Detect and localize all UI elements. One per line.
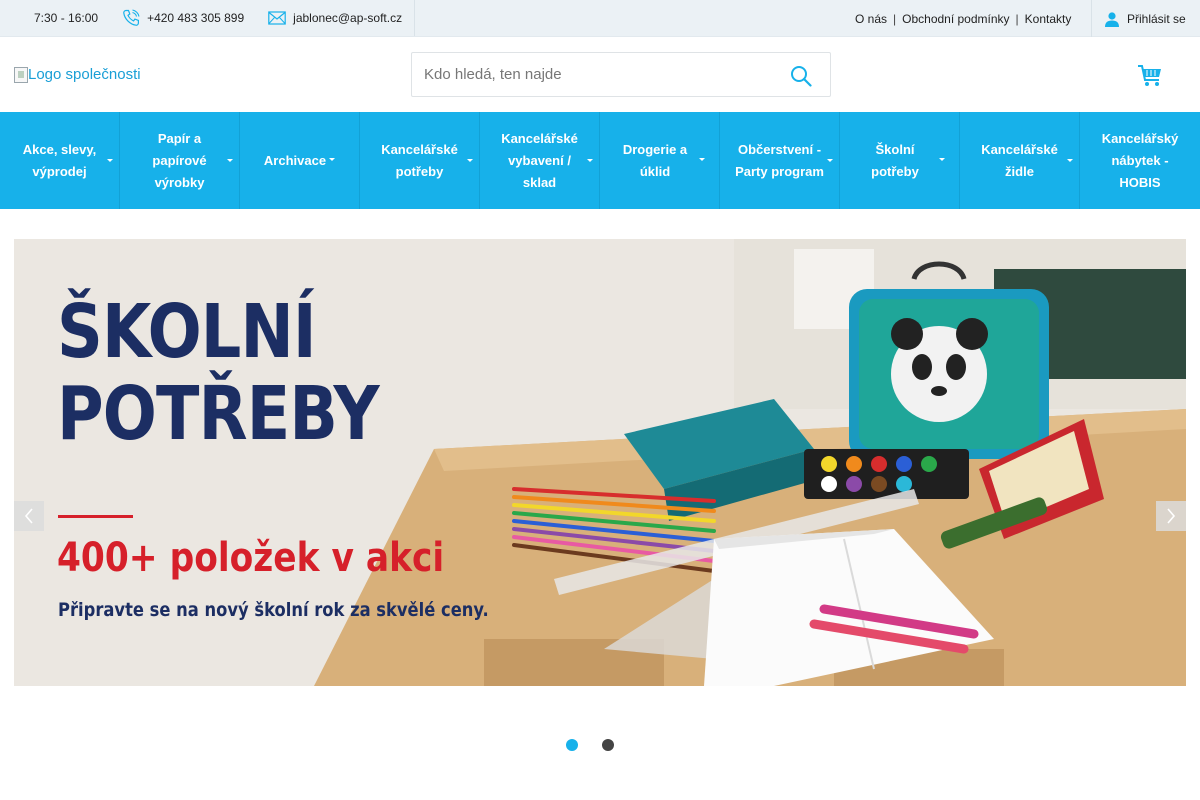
carousel-dot-2[interactable] — [602, 739, 614, 751]
carousel-pagination — [566, 739, 638, 751]
nav-item-cleaning[interactable]: Drogerie a úklid — [600, 112, 720, 209]
link-contacts[interactable]: Kontakty — [1025, 12, 1072, 26]
company-logo[interactable]: Logo společnosti — [14, 66, 141, 83]
nav-item-label: Kancelářské vybavení / sklad — [501, 130, 578, 190]
nav-item-office-chairs[interactable]: Kancelářské židle — [960, 112, 1080, 209]
nav-item-office-supplies[interactable]: Kancelářské potřeby — [360, 112, 480, 209]
caret-down-icon — [827, 158, 833, 162]
carousel-next-button[interactable] — [1156, 501, 1186, 531]
nav-item-refreshments[interactable]: Občerstvení - Party program — [720, 112, 840, 209]
nav-item-label: Kancelářské potřeby — [381, 141, 458, 179]
nav-item-label: Kancelářské židle — [981, 141, 1058, 179]
link-separator: | — [893, 11, 897, 26]
phone-contact[interactable]: +420 483 305 899 — [122, 9, 244, 27]
opening-hours: 7:30 - 16:00 — [34, 11, 98, 25]
nav-item-school-supplies[interactable]: Školní potřeby — [840, 112, 960, 209]
nav-item-label: Kancelářský nábytek - HOBIS — [1101, 130, 1179, 190]
nav-item-sale[interactable]: Akce, slevy, výprodej — [0, 112, 120, 209]
nav-item-paper[interactable]: Papír a papírové výrobky — [120, 112, 240, 209]
login-label: Přihlásit se — [1127, 11, 1186, 26]
nav-item-label: Školní potřeby — [871, 141, 919, 179]
caret-down-icon — [107, 158, 113, 162]
link-about[interactable]: O nás — [855, 12, 887, 26]
email-text: jablonec@ap-soft.cz — [293, 11, 403, 25]
caret-down-icon — [227, 158, 233, 162]
caret-down-icon — [939, 158, 945, 161]
banner-divider — [58, 515, 133, 518]
broken-image-icon — [14, 66, 28, 83]
banner-heading: ŠKOLNÍ POTŘEBY — [57, 289, 380, 457]
link-terms[interactable]: Obchodní podmínky — [902, 12, 1009, 26]
caret-down-icon — [467, 158, 473, 162]
chevron-right-icon — [1167, 508, 1176, 524]
contact-strip: 7:30 - 16:00 +420 483 305 899 jablonec@a… — [0, 0, 416, 36]
banner-heading-line: POTŘEBY — [57, 371, 380, 457]
nav-item-office-furniture[interactable]: Kancelářský nábytek - HOBIS — [1080, 112, 1200, 209]
nav-item-archiving[interactable]: Archivace — [240, 112, 360, 209]
phone-icon — [123, 9, 140, 26]
search-input[interactable] — [412, 53, 772, 96]
nav-item-label: Archivace — [263, 152, 327, 168]
nav-item-label: Občerstvení - Party program — [735, 141, 824, 179]
caret-down-icon — [329, 158, 336, 161]
banner-subtitle: Připravte se na nový školní rok za skvěl… — [58, 599, 489, 621]
search-box — [411, 52, 831, 97]
opening-hours-text: 7:30 - 16:00 — [34, 11, 99, 25]
carousel-dot-1[interactable] — [566, 739, 578, 751]
banner-promo: 400+ položek v akci — [57, 535, 445, 581]
search-icon[interactable] — [790, 65, 812, 87]
caret-down-icon — [1067, 158, 1073, 162]
cart-icon[interactable] — [1137, 64, 1163, 88]
main-navigation: Akce, slevy, výprodej Papír a papírové v… — [0, 112, 1200, 209]
chevron-left-icon — [24, 508, 33, 524]
nav-item-label: Akce, slevy, výprodej — [22, 141, 97, 179]
caret-down-icon — [587, 158, 593, 162]
phone-text: +420 483 305 899 — [147, 11, 245, 25]
login-button[interactable]: Přihlásit se — [1091, 0, 1200, 37]
link-separator: | — [1015, 11, 1019, 26]
email-contact[interactable]: jablonec@ap-soft.cz — [268, 11, 402, 25]
carousel-prev-button[interactable] — [14, 501, 44, 531]
nav-item-label: Papír a papírové výrobky — [152, 130, 207, 190]
envelope-icon — [268, 11, 286, 25]
banner-heading-line: ŠKOLNÍ — [57, 289, 317, 375]
info-links: O nás | Obchodní podmínky | Kontakty — [855, 0, 1071, 37]
hero-banner[interactable]: ŠKOLNÍ POTŘEBY 400+ položek v akci Připr… — [14, 239, 1186, 686]
logo-alt-text: Logo společnosti — [28, 66, 141, 83]
nav-item-office-equipment[interactable]: Kancelářské vybavení / sklad — [480, 112, 600, 209]
top-bar: 7:30 - 16:00 +420 483 305 899 jablonec@a… — [0, 0, 1200, 37]
caret-down-icon — [699, 158, 705, 161]
nav-item-label: Drogerie a úklid — [622, 141, 688, 179]
user-icon — [1105, 11, 1119, 27]
